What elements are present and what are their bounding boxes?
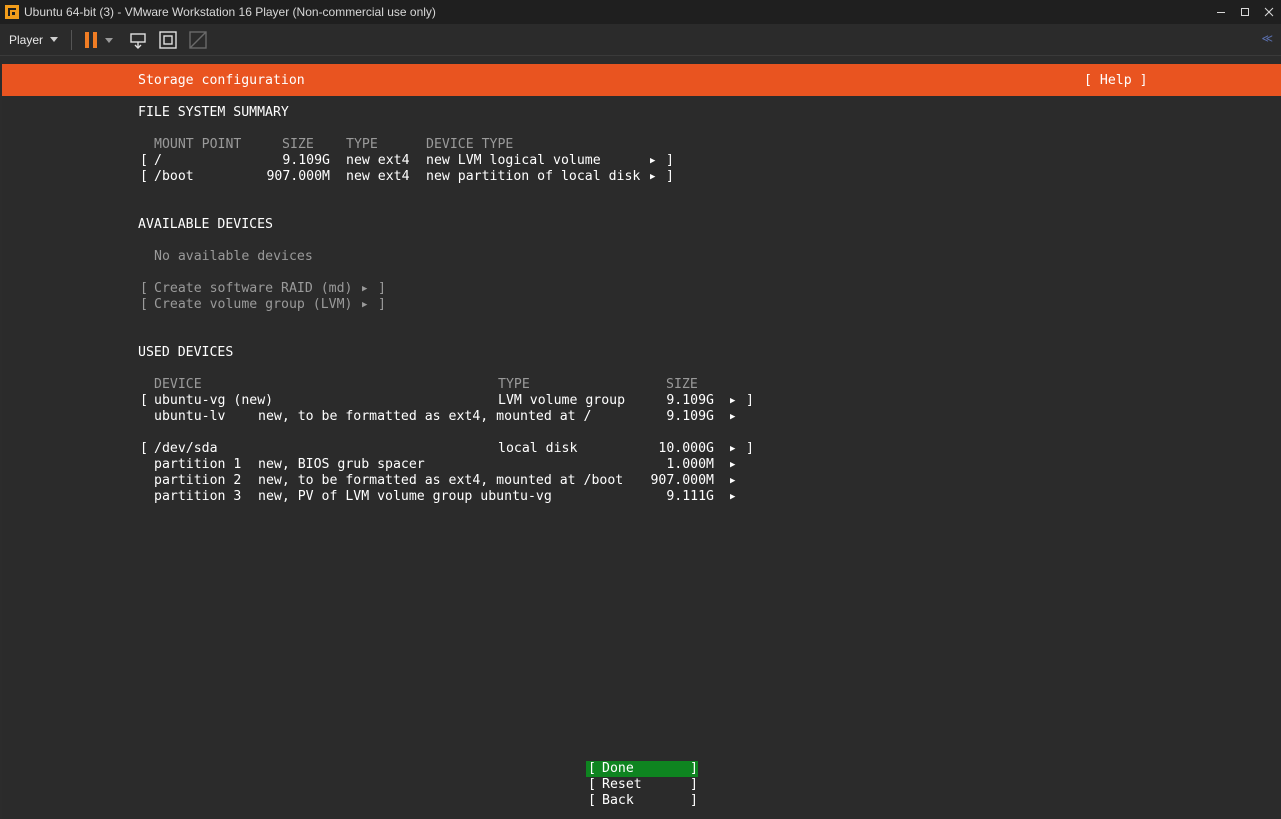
done-label: Done	[602, 761, 634, 776]
vmware-logo-icon	[5, 5, 19, 19]
fs-size: 907.000M	[266, 169, 330, 184]
player-menu-label: Player	[9, 32, 44, 47]
fs-device-type: new partition of local disk	[426, 169, 641, 184]
row-close-bracket: ]	[746, 441, 754, 456]
row-close-bracket: ]	[746, 393, 754, 408]
row-close-bracket: ]	[666, 153, 674, 168]
row-close-bracket: ]	[666, 169, 674, 184]
device-name: /dev/sda	[154, 441, 218, 456]
vm-screen[interactable]: Storage configuration [ Help ] FILE SYST…	[2, 64, 1281, 819]
row-open-bracket: [	[140, 297, 148, 312]
device-name: ubuntu-vg (new)	[154, 393, 274, 408]
used-heading: USED DEVICES	[138, 345, 234, 360]
reset-label: Reset	[602, 777, 642, 792]
row-open-bracket: [	[140, 441, 148, 456]
arrow-right-icon: ▶	[650, 172, 656, 182]
button-open-bracket: [	[588, 793, 596, 808]
arrow-right-icon: ▶	[730, 476, 736, 486]
row-close-bracket: ]	[378, 297, 386, 312]
chevron-down-icon	[105, 37, 114, 43]
button-close-bracket: ]	[690, 761, 698, 776]
child-size: 907.000M	[650, 473, 714, 488]
device-size: 9.109G	[666, 393, 714, 408]
used-col-size: SIZE	[666, 377, 698, 392]
child-name: ubuntu-lv	[154, 409, 226, 424]
arrow-right-icon: ▶	[362, 300, 368, 310]
device-size: 10.000G	[658, 441, 714, 456]
minimize-button[interactable]	[1209, 0, 1233, 24]
arrow-right-icon: ▶	[730, 492, 736, 502]
fs-type: new ext4	[346, 169, 410, 184]
maximize-button[interactable]	[1233, 0, 1257, 24]
child-desc: new, PV of LVM volume group ubuntu-vg	[258, 489, 552, 504]
fullscreen-icon	[159, 30, 177, 49]
create-lvm-label: Create volume group (LVM)	[154, 297, 353, 312]
power-dropdown-button[interactable]	[104, 28, 114, 52]
collapse-toolbar-icon[interactable]: ≪	[1261, 32, 1273, 45]
button-close-bracket: ]	[690, 793, 698, 808]
page-title: Storage configuration	[138, 73, 305, 88]
child-size: 9.109G	[666, 409, 714, 424]
create-raid-label: Create software RAID (md)	[154, 281, 353, 296]
pause-icon	[85, 31, 98, 48]
window-titlebar: Ubuntu 64-bit (3) - VMware Workstation 1…	[0, 0, 1281, 24]
fs-mount: /	[154, 153, 162, 168]
fs-mount: /boot	[154, 169, 194, 184]
arrow-right-icon: ▶	[730, 412, 736, 422]
fs-type: new ext4	[346, 153, 410, 168]
close-icon	[1264, 7, 1274, 17]
row-open-bracket: [	[140, 169, 148, 184]
child-desc: new, BIOS grub spacer	[258, 457, 425, 472]
row-close-bracket: ]	[378, 281, 386, 296]
player-menu-button[interactable]: Player	[9, 32, 59, 47]
fs-col-size: SIZE	[282, 137, 314, 152]
fs-col-device-type: DEVICE TYPE	[426, 137, 514, 152]
unity-icon	[189, 30, 207, 49]
send-ctrl-alt-del-button[interactable]	[128, 28, 148, 52]
device-type: local disk	[498, 441, 578, 456]
arrow-right-icon: ▶	[730, 396, 736, 406]
maximize-icon	[1241, 8, 1249, 16]
row-open-bracket: [	[140, 281, 148, 296]
pause-button[interactable]	[84, 28, 98, 52]
button-open-bracket: [	[588, 777, 596, 792]
child-size: 9.111G	[666, 489, 714, 504]
arrow-right-icon: ▶	[730, 460, 736, 470]
button-open-bracket: [	[588, 761, 596, 776]
child-name: partition 3	[154, 489, 242, 504]
fs-device-type: new LVM logical volume	[426, 153, 601, 168]
help-button[interactable]: [ Help ]	[1084, 73, 1148, 89]
fs-col-mount: MOUNT POINT	[154, 137, 242, 152]
fs-size: 9.109G	[282, 153, 330, 168]
child-name: partition 1	[154, 457, 242, 472]
button-close-bracket: ]	[690, 777, 698, 792]
window-title: Ubuntu 64-bit (3) - VMware Workstation 1…	[24, 5, 436, 19]
fullscreen-button[interactable]	[158, 28, 178, 52]
used-col-device: DEVICE	[154, 377, 202, 392]
no-devices-text: No available devices	[154, 249, 313, 264]
back-label: Back	[602, 793, 634, 808]
toolbar-divider	[71, 29, 73, 50]
close-button[interactable]	[1257, 0, 1281, 24]
player-toolbar: Player ≪	[0, 24, 1281, 56]
send-keys-icon	[130, 32, 146, 49]
arrow-right-icon: ▶	[730, 444, 736, 454]
child-desc: new, to be formatted as ext4, mounted at…	[258, 473, 624, 488]
used-col-type: TYPE	[498, 377, 530, 392]
row-open-bracket: [	[140, 393, 148, 408]
arrow-right-icon: ▶	[650, 156, 656, 166]
unity-mode-button[interactable]	[188, 28, 208, 52]
available-heading: AVAILABLE DEVICES	[138, 217, 273, 232]
child-name: partition 2	[154, 473, 242, 488]
chevron-down-icon	[50, 37, 59, 42]
fs-summary-heading: FILE SYSTEM SUMMARY	[138, 105, 289, 120]
child-size: 1.000M	[666, 457, 714, 472]
arrow-right-icon: ▶	[362, 284, 368, 294]
fs-col-type: TYPE	[346, 137, 378, 152]
row-open-bracket: [	[140, 153, 148, 168]
child-desc: new, to be formatted as ext4, mounted at…	[258, 409, 592, 424]
minimize-icon	[1217, 12, 1225, 13]
